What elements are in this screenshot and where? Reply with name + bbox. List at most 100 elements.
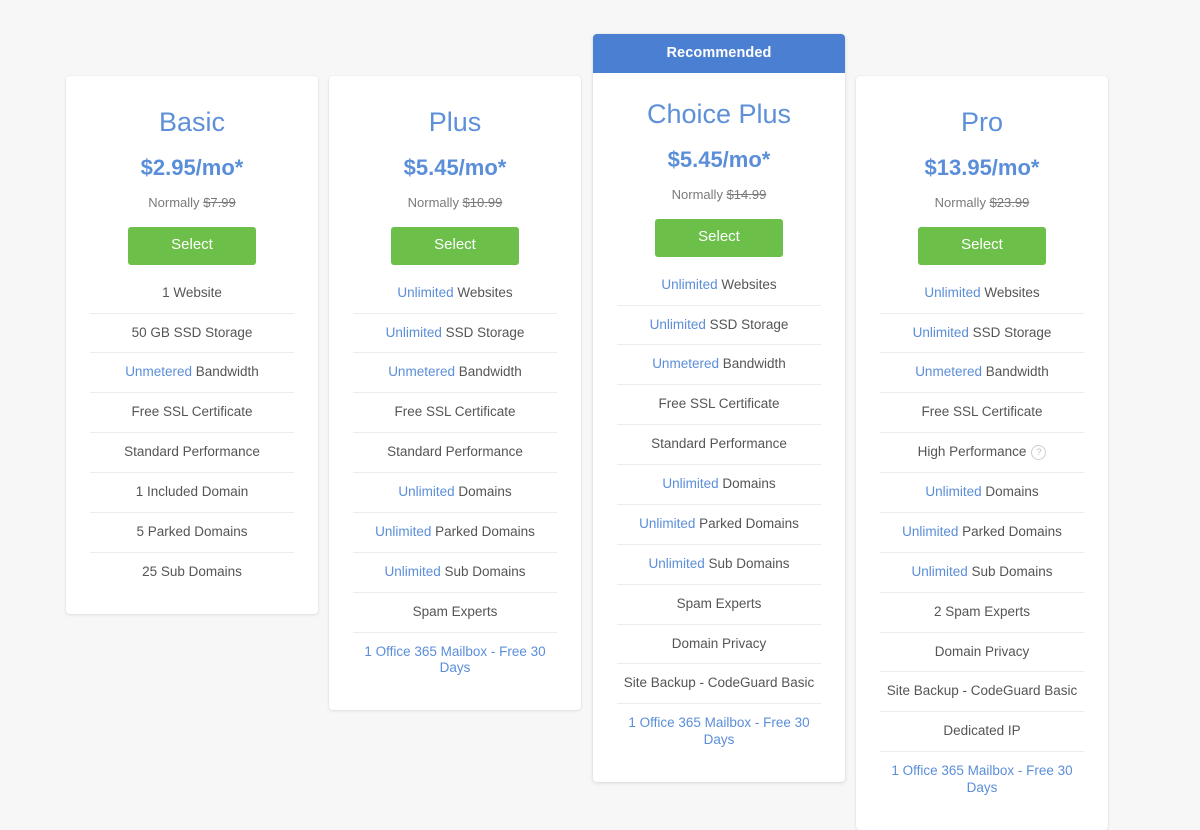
select-button-basic[interactable]: Select xyxy=(128,227,256,265)
feature-label: Dedicated IP xyxy=(943,723,1021,739)
feature-label: Domains xyxy=(458,484,512,500)
plan-card-plus: Plus $5.45/mo* Normally $10.99 Select Unlimi… xyxy=(329,76,581,711)
feature-row: 25 Sub Domains xyxy=(90,551,294,592)
feature-row: Unlimited Domains xyxy=(353,472,557,512)
feature-label: Sub Domains xyxy=(708,555,790,571)
feature-highlight: Unlimited xyxy=(385,324,442,340)
normally-label: Normally xyxy=(148,194,200,210)
feature-label: Websites xyxy=(984,284,1040,300)
feature-label: Free SSL Certificate xyxy=(658,396,780,412)
feature-row: Free SSL Certificate xyxy=(90,392,294,432)
feature-label: Bandwidth xyxy=(985,364,1049,380)
feature-row: 1 Website xyxy=(90,265,294,313)
feature-label: Standard Performance xyxy=(124,444,260,460)
feature-row: Free SSL Certificate xyxy=(353,392,557,432)
feature-highlight: Unmetered xyxy=(125,364,192,380)
feature-row: Spam Experts xyxy=(617,583,821,624)
feature-row: Unmetered Bandwidth xyxy=(353,352,557,392)
feature-label: SSD Storage xyxy=(445,324,525,340)
plan-header-pro: Pro $13.95/mo* Normally $23.99 Select xyxy=(856,76,1108,265)
feature-highlight: Unlimited xyxy=(397,284,454,300)
feature-row[interactable]: 1 Office 365 Mailbox - Free 30 Days xyxy=(353,631,557,689)
feature-row: Unlimited Sub Domains xyxy=(617,543,821,584)
feature-highlight: Unlimited xyxy=(662,476,719,492)
feature-label: 2 Spam Experts xyxy=(933,603,1031,619)
feature-label: Bandwidth xyxy=(722,356,786,372)
select-button-pro[interactable]: Select xyxy=(918,227,1046,265)
feature-row: 2 Spam Experts xyxy=(880,591,1084,632)
feature-row: Unmetered Bandwidth xyxy=(880,352,1084,392)
feature-highlight: Unlimited xyxy=(924,284,981,300)
feature-highlight: Unlimited xyxy=(649,316,706,332)
feature-list-basic: 1 Website 50 GB SSD Storage Unmetered Band… xyxy=(66,265,318,592)
feature-highlight: Unlimited xyxy=(911,563,968,579)
plan-original-price-pro: $23.99 xyxy=(989,194,1030,210)
feature-highlight: Unlimited xyxy=(639,515,696,531)
plan-price-pro: $13.95/mo* xyxy=(924,154,1040,180)
feature-row: Unlimited Parked Domains xyxy=(353,511,557,552)
feature-label: High Performance xyxy=(917,444,1027,460)
feature-row: Unlimited Domains xyxy=(617,464,821,504)
feature-label: Standard Performance xyxy=(387,444,523,460)
feature-row: Standard Performance xyxy=(353,432,557,472)
pricing-table: Basic $2.95/mo* Normally $7.99 Select 1 Webs… xyxy=(0,0,1200,830)
normally-label: Normally xyxy=(934,194,986,210)
feature-row: Site Backup - CodeGuard Basic xyxy=(880,671,1084,711)
feature-row: Unlimited Parked Domains xyxy=(617,503,821,544)
normally-label: Normally xyxy=(407,194,459,210)
feature-row: Unmetered Bandwidth xyxy=(617,344,821,384)
feature-row: Unmetered Bandwidth xyxy=(90,352,294,392)
feature-row: Site Backup - CodeGuard Basic xyxy=(617,663,821,703)
feature-highlight: Unlimited xyxy=(384,563,441,579)
feature-highlight: Unlimited xyxy=(375,523,432,539)
feature-label: Site Backup - CodeGuard Basic xyxy=(886,683,1078,699)
feature-highlight: Unlimited xyxy=(661,276,718,292)
feature-row: Domain Privacy xyxy=(880,631,1084,672)
feature-label: Spam Experts xyxy=(676,595,762,611)
feature-row: Unlimited SSD Storage xyxy=(617,304,821,345)
feature-label: Sub Domains xyxy=(444,563,526,579)
plan-name-plus: Plus xyxy=(428,107,482,137)
feature-row: 5 Parked Domains xyxy=(90,511,294,552)
feature-list-choice-plus: Unlimited Websites Unlimited SSD Storage U… xyxy=(593,257,845,760)
feature-label: Parked Domains xyxy=(962,523,1062,539)
feature-label: Sub Domains xyxy=(971,563,1053,579)
plan-normally-choice-plus: Normally $14.99 xyxy=(607,172,831,202)
plan-name-basic: Basic xyxy=(158,107,226,137)
feature-row: Unlimited Websites xyxy=(880,265,1084,313)
feature-row: High Performance? xyxy=(880,432,1084,472)
feature-label: Domains xyxy=(722,476,776,492)
select-button-plus[interactable]: Select xyxy=(391,227,519,265)
plan-card-pro: Pro $13.95/mo* Normally $23.99 Select Unlimi… xyxy=(856,76,1108,830)
feature-row: Spam Experts xyxy=(353,591,557,632)
plan-header-basic: Basic $2.95/mo* Normally $7.99 Select xyxy=(66,76,318,265)
select-button-choice-plus[interactable]: Select xyxy=(655,219,783,257)
feature-row: Unlimited Websites xyxy=(353,265,557,313)
feature-label: Websites xyxy=(457,284,513,300)
feature-row: Free SSL Certificate xyxy=(617,384,821,424)
feature-highlight: Unlimited xyxy=(925,484,982,500)
feature-row: Unlimited Sub Domains xyxy=(353,551,557,592)
feature-row: Unlimited Websites xyxy=(617,257,821,305)
plan-card-choice-plus: Recommended Choice Plus $5.45/mo* Normally … xyxy=(593,34,845,783)
feature-label: Parked Domains xyxy=(699,515,799,531)
feature-label: 25 Sub Domains xyxy=(142,563,242,579)
feature-row[interactable]: 1 Office 365 Mailbox - Free 30 Days xyxy=(617,703,821,760)
feature-row: Unlimited SSD Storage xyxy=(353,312,557,353)
feature-highlight: Unlimited xyxy=(398,484,455,500)
feature-list-pro: Unlimited Websites Unlimited SSD Storage U… xyxy=(856,265,1108,808)
feature-label: Standard Performance xyxy=(651,436,787,452)
feature-label: Free SSL Certificate xyxy=(394,404,516,420)
plan-header-choice-plus: Choice Plus $5.45/mo* Normally $14.99 Selec… xyxy=(593,73,845,257)
feature-label: Websites xyxy=(721,276,777,292)
feature-label: Domain Privacy xyxy=(671,635,767,651)
feature-row[interactable]: 1 Office 365 Mailbox - Free 30 Days xyxy=(880,751,1084,808)
feature-label: Parked Domains xyxy=(435,523,535,539)
normally-label: Normally xyxy=(671,186,723,202)
feature-label: SSD Storage xyxy=(972,324,1052,340)
feature-label: Domain Privacy xyxy=(934,643,1030,659)
feature-label: 1 Included Domain xyxy=(135,484,249,500)
help-icon[interactable]: ? xyxy=(1031,445,1047,461)
feature-label: Free SSL Certificate xyxy=(131,404,253,420)
feature-highlight: Unlimited xyxy=(902,523,959,539)
